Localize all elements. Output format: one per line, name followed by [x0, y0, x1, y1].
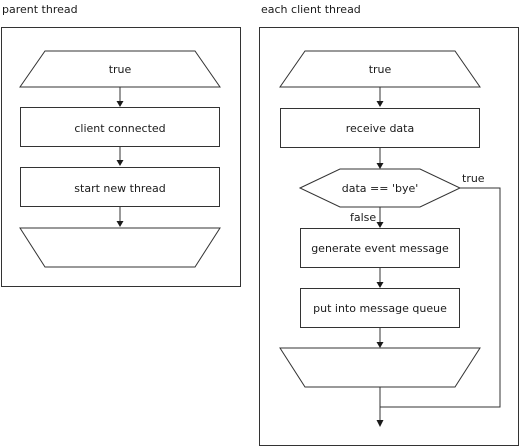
client-step-receive-data-label: receive data	[346, 122, 414, 135]
client-loop-start-label: true	[369, 63, 392, 76]
flowchart-canvas: parent thread true client connected star…	[1, 3, 519, 446]
client-decision-true-label: true	[462, 172, 485, 185]
parent-step-start-new-thread-label: start new thread	[74, 182, 165, 195]
parent-thread-caption: parent thread	[2, 3, 78, 16]
parent-loop-start-label: true	[109, 63, 132, 76]
client-thread-caption: each client thread	[261, 3, 361, 16]
client-decision-false-label: false	[350, 211, 376, 224]
client-step-put-into-queue-label: put into message queue	[313, 302, 447, 315]
client-decision-label: data == 'bye'	[342, 182, 419, 195]
parent-step-client-connected-label: client connected	[74, 122, 165, 135]
client-loop-end-shape	[279, 347, 481, 388]
client-step-generate-event-label: generate event message	[311, 242, 449, 255]
parent-loop-end-shape	[19, 227, 221, 268]
